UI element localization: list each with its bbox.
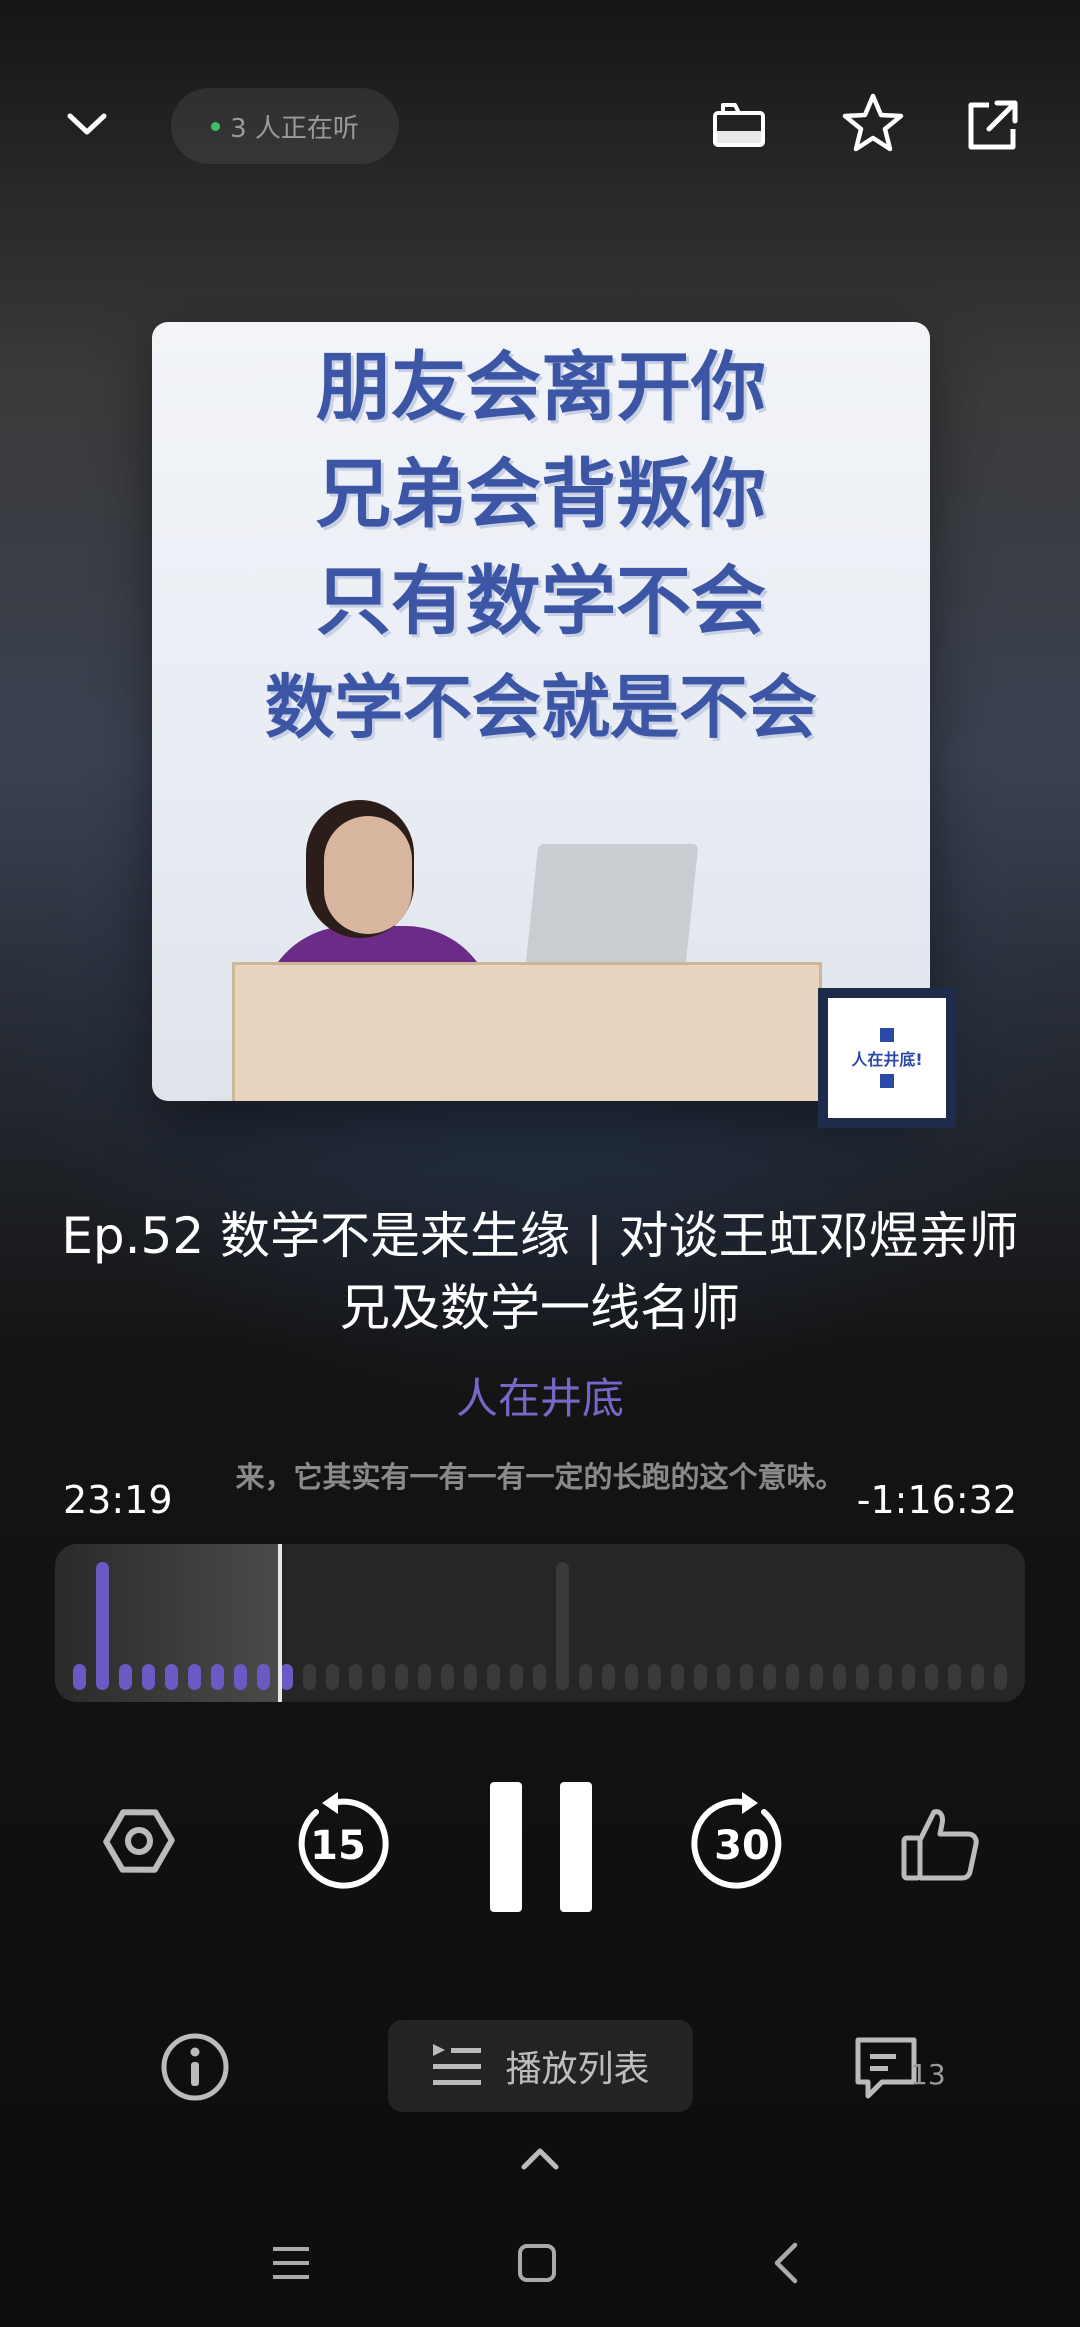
episode-title: Ep.52 数学不是来生缘 | 对谈王虹邓煜亲师兄及数学一线名师 bbox=[61, 1207, 1019, 1337]
laptop-graphic bbox=[525, 844, 699, 966]
waveform-bar bbox=[809, 1664, 823, 1690]
skip-forward-button[interactable]: 30 bbox=[690, 1790, 794, 1894]
waveform-bar bbox=[211, 1664, 225, 1690]
podcast-name[interactable]: 人在井底 bbox=[0, 1365, 1080, 1426]
info-icon bbox=[161, 2033, 229, 2101]
waveform-bar bbox=[556, 1562, 570, 1690]
waveform-bar bbox=[303, 1664, 317, 1690]
waveform-bar bbox=[924, 1664, 938, 1690]
listeners-text: 3 人正在听 bbox=[230, 113, 359, 144]
waveform-bar bbox=[142, 1664, 156, 1690]
waveform-bar bbox=[878, 1664, 892, 1690]
speaker-head-graphic bbox=[324, 816, 412, 934]
waveform-bar bbox=[832, 1664, 846, 1690]
waveform-bar bbox=[418, 1664, 432, 1690]
collapse-button[interactable] bbox=[62, 100, 112, 150]
waveform-bar bbox=[73, 1664, 86, 1690]
chevron-up-icon bbox=[521, 2148, 559, 2170]
playlist-icon bbox=[433, 2044, 482, 2085]
playlist-label: 播放列表 bbox=[505, 2049, 650, 2090]
skip-forward-seconds: 30 bbox=[714, 1823, 770, 1869]
waveform-bar bbox=[234, 1664, 248, 1690]
playback-settings-button[interactable] bbox=[98, 1800, 180, 1882]
cover-line: 只有数学不会 bbox=[315, 557, 766, 645]
remaining-time: -1:16:32 bbox=[856, 1478, 1017, 1522]
waveform-bar bbox=[326, 1664, 340, 1690]
episode-cover-image: 朋友会离开你 兄弟会背叛你 只有数学不会 数学不会就是不会 bbox=[152, 322, 930, 1101]
like-button[interactable] bbox=[896, 1800, 984, 1888]
cover-slogan: 朋友会离开你 兄弟会背叛你 只有数学不会 数学不会就是不会 bbox=[152, 334, 930, 762]
waveform-scrubber[interactable] bbox=[55, 1544, 1025, 1702]
skip-back-seconds: 15 bbox=[310, 1823, 366, 1869]
live-dot-icon bbox=[211, 121, 221, 131]
waveform-bars bbox=[73, 1550, 1007, 1690]
waveform-bar bbox=[694, 1664, 708, 1690]
menu-icon bbox=[273, 2247, 309, 2279]
sleep-timer-button[interactable] bbox=[704, 90, 774, 160]
home-icon bbox=[518, 2244, 556, 2282]
thumbs-up-icon bbox=[901, 1809, 979, 1881]
pause-button[interactable] bbox=[488, 1780, 594, 1914]
recent-apps-button[interactable] bbox=[266, 2238, 316, 2288]
listeners-badge: 3 人正在听 bbox=[171, 88, 399, 164]
settings-hexagon-icon bbox=[103, 1809, 175, 1873]
podium-graphic bbox=[232, 962, 822, 1101]
waveform-bar bbox=[648, 1664, 662, 1690]
waveform-bar bbox=[855, 1664, 869, 1690]
waveform-bar bbox=[487, 1664, 501, 1690]
waveform-bar bbox=[349, 1664, 363, 1690]
playlist-button[interactable]: 播放列表 bbox=[388, 2020, 693, 2112]
waveform-bar bbox=[947, 1664, 961, 1690]
chevron-down-icon bbox=[67, 113, 107, 135]
cover-line: 兄弟会背叛你 bbox=[315, 450, 766, 538]
waveform-bar bbox=[740, 1664, 754, 1690]
favorite-button[interactable] bbox=[838, 88, 908, 158]
waveform-bar bbox=[96, 1562, 110, 1690]
waveform-bar bbox=[165, 1664, 179, 1690]
waveform-bar bbox=[441, 1664, 455, 1690]
waveform-bar bbox=[602, 1664, 616, 1690]
transcript-line[interactable]: 来，它其实有一有一有一定的长跑的这个意味。 bbox=[200, 1455, 880, 1499]
back-button[interactable] bbox=[762, 2238, 812, 2288]
star-icon bbox=[842, 93, 904, 152]
playhead[interactable] bbox=[278, 1544, 283, 1702]
waveform-bar bbox=[993, 1664, 1007, 1690]
waveform-bar bbox=[533, 1664, 547, 1690]
comment-count: 13 bbox=[910, 2058, 946, 2091]
waveform-bar bbox=[970, 1664, 984, 1690]
cover-line: 朋友会离开你 bbox=[315, 343, 766, 431]
waveform-bar bbox=[786, 1664, 800, 1690]
pause-icon bbox=[490, 1782, 592, 1912]
waveform-bar bbox=[188, 1664, 202, 1690]
mark-played-icon bbox=[713, 103, 765, 147]
waveform-bar bbox=[579, 1664, 593, 1690]
back-icon bbox=[774, 2242, 798, 2284]
waveform-bar bbox=[625, 1664, 639, 1690]
logo-text: 人在井底! bbox=[851, 1050, 923, 1069]
elapsed-time: 23:19 bbox=[63, 1478, 173, 1522]
waveform-bar bbox=[119, 1664, 133, 1690]
share-button[interactable] bbox=[958, 90, 1028, 160]
waveform-bar bbox=[901, 1664, 915, 1690]
waveform-bar bbox=[763, 1664, 777, 1690]
home-button[interactable] bbox=[512, 2238, 562, 2288]
cover-line: 数学不会就是不会 bbox=[265, 668, 817, 748]
share-icon bbox=[968, 100, 1018, 150]
podcast-logo: 人在井底! bbox=[818, 988, 956, 1128]
waveform-bar bbox=[717, 1664, 731, 1690]
episode-info-button[interactable] bbox=[156, 2028, 234, 2106]
waveform-bar bbox=[257, 1664, 271, 1690]
expand-button[interactable] bbox=[518, 2138, 562, 2178]
skip-back-button[interactable]: 15 bbox=[286, 1790, 390, 1894]
waveform-bar bbox=[510, 1664, 524, 1690]
waveform-bar bbox=[671, 1664, 685, 1690]
waveform-bar bbox=[395, 1664, 409, 1690]
waveform-bar bbox=[372, 1664, 386, 1690]
waveform-bar bbox=[464, 1664, 478, 1690]
